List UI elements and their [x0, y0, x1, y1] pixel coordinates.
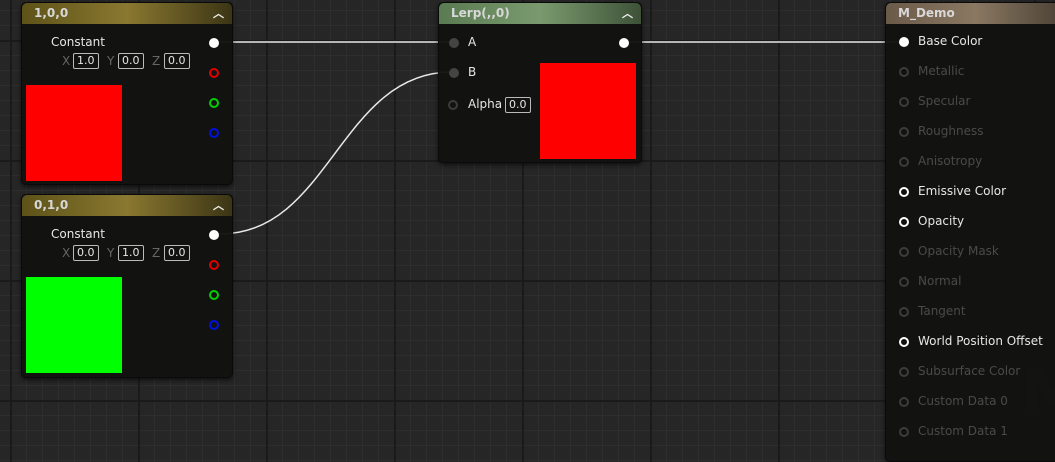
y-field[interactable]: 1.0	[118, 245, 144, 261]
output-pin[interactable]	[619, 38, 629, 48]
input-label-alpha: Alpha	[468, 97, 503, 111]
node-header[interactable]: Lerp(,,0) ︿	[439, 3, 641, 24]
material-input-label: Opacity Mask	[918, 244, 999, 258]
x-label: X	[62, 246, 71, 260]
material-input-label: Anisotropy	[918, 154, 983, 168]
material-input-label: Base Color	[918, 34, 983, 48]
z-label: Z	[152, 54, 161, 68]
z-field[interactable]: 0.0	[164, 245, 190, 261]
material-input-label: Metallic	[918, 64, 965, 78]
node-header[interactable]: M_Demo	[886, 3, 1055, 24]
output-label: Constant	[51, 35, 105, 49]
output-pin-r[interactable]	[209, 68, 219, 78]
material-input-label: Tangent	[918, 304, 966, 318]
x-field[interactable]: 0.0	[73, 245, 99, 261]
input-pin[interactable]	[899, 37, 909, 47]
output-pin-b[interactable]	[209, 320, 219, 330]
input-pin-alpha[interactable]	[448, 100, 458, 110]
constant3-node-red[interactable]: 1,0,0 ︿ Constant X 1.0 Y 0.0 Z 0.0	[21, 2, 233, 185]
x-field[interactable]: 1.0	[73, 53, 99, 69]
material-input-label: Custom Data 1	[918, 424, 1008, 438]
lerp-node[interactable]: Lerp(,,0) ︿ A B Alpha 0.0	[438, 2, 642, 163]
color-preview-swatch	[26, 277, 122, 373]
node-title: 0,1,0	[34, 198, 69, 212]
input-pin[interactable]	[899, 247, 909, 257]
color-preview-swatch	[540, 63, 636, 159]
collapse-chevron-icon[interactable]: ︿	[213, 3, 224, 24]
node-title: 1,0,0	[34, 6, 69, 20]
input-label-a: A	[468, 35, 477, 49]
wire-constant2-to-lerp-b	[219, 71, 453, 235]
node-header[interactable]: 1,0,0 ︿	[22, 3, 232, 24]
x-label: X	[62, 54, 71, 68]
node-header[interactable]: 0,1,0 ︿	[22, 195, 232, 216]
collapse-chevron-icon[interactable]: ︿	[213, 195, 224, 216]
node-title: M_Demo	[898, 6, 955, 20]
material-result-node[interactable]: M_Demo Base Color Metallic Specular Roughne…	[885, 2, 1055, 462]
constant3-node-green[interactable]: 0,1,0 ︿ Constant X 0.0 Y 1.0 Z 0.0	[21, 194, 233, 378]
input-pin[interactable]	[899, 157, 909, 167]
input-pin[interactable]	[899, 397, 909, 407]
output-label: Constant	[51, 227, 105, 241]
material-input-label: Custom Data 0	[918, 394, 1008, 408]
input-pin[interactable]	[899, 67, 909, 77]
output-pin-g[interactable]	[209, 290, 219, 300]
output-pin-b[interactable]	[209, 128, 219, 138]
z-field[interactable]: 0.0	[164, 53, 190, 69]
collapse-chevron-icon[interactable]: ︿	[622, 3, 633, 24]
material-input-label: Emissive Color	[918, 184, 1007, 198]
output-pin-r[interactable]	[209, 260, 219, 270]
input-pin[interactable]	[899, 187, 909, 197]
input-pin[interactable]	[899, 367, 909, 377]
input-pin-a[interactable]	[449, 38, 459, 48]
output-pin-rgb[interactable]	[209, 230, 219, 240]
output-pin-rgb[interactable]	[209, 38, 219, 48]
input-pin[interactable]	[899, 307, 909, 317]
y-label: Y	[107, 54, 115, 68]
input-pin[interactable]	[899, 427, 909, 437]
input-pin[interactable]	[899, 127, 909, 137]
node-title: Lerp(,,0)	[451, 6, 510, 20]
input-label-b: B	[468, 65, 477, 79]
alpha-field[interactable]: 0.0	[505, 97, 531, 113]
z-label: Z	[152, 246, 161, 260]
y-field[interactable]: 0.0	[118, 53, 144, 69]
input-pin[interactable]	[899, 337, 909, 347]
input-pin[interactable]	[899, 277, 909, 287]
material-input-label: Subsurface Color	[918, 364, 1021, 378]
material-input-label: Roughness	[918, 124, 984, 138]
material-input-label: Normal	[918, 274, 962, 288]
material-input-label: Specular	[918, 94, 971, 108]
color-preview-swatch	[26, 85, 122, 181]
material-input-label: Opacity	[918, 214, 965, 228]
input-pin-b[interactable]	[449, 68, 459, 78]
output-pin-g[interactable]	[209, 98, 219, 108]
y-label: Y	[107, 246, 115, 260]
input-pin[interactable]	[899, 97, 909, 107]
material-input-label: World Position Offset	[918, 334, 1043, 348]
input-pin[interactable]	[899, 217, 909, 227]
